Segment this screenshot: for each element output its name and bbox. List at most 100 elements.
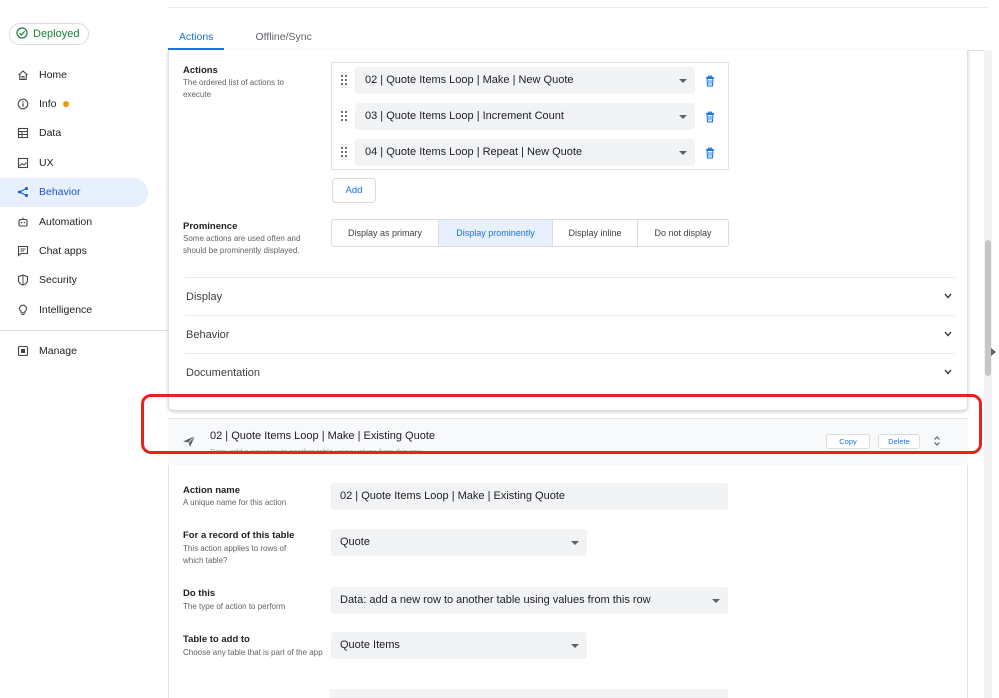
- prominence-option-primary[interactable]: Display as primary: [332, 220, 439, 246]
- home-icon: [17, 69, 29, 81]
- deployed-label: Deployed: [33, 28, 80, 40]
- do-this-select[interactable]: Data: add a new row to another table usi…: [331, 587, 728, 614]
- drag-handle-icon[interactable]: [340, 146, 348, 158]
- drag-handle-icon[interactable]: [340, 110, 348, 122]
- action-select[interactable]: 03 | Quote Items Loop | Increment Count: [355, 103, 695, 130]
- actions-label: Actions: [183, 65, 218, 76]
- table-to-add-select[interactable]: Quote Items: [331, 632, 587, 659]
- table-to-add-value: Quote Items: [340, 639, 400, 651]
- action-select-value: 02 | Quote Items Loop | Make | New Quote: [365, 74, 574, 86]
- info-warning-dot: [62, 101, 69, 108]
- share-icon: [17, 186, 29, 198]
- table-label: For a record of this table: [183, 530, 295, 541]
- chevron-down-icon: [679, 115, 687, 119]
- chevron-down-icon: [571, 644, 579, 648]
- sidebar-item-label: Security: [39, 274, 77, 287]
- section-documentation-label: Documentation: [186, 367, 260, 379]
- action-detail-form: Action name A unique name for this actio…: [168, 465, 968, 698]
- prominence-option-do-not-display[interactable]: Do not display: [638, 220, 728, 246]
- chat-icon: [17, 245, 29, 257]
- shield-icon: [17, 274, 29, 286]
- sidebar-item-behavior[interactable]: Behavior: [0, 177, 148, 207]
- sidebar: Deployed Home Info Data UX Behavior Auto…: [0, 0, 168, 698]
- sidebar-item-label: Chat apps: [39, 245, 87, 258]
- action-select[interactable]: 04 | Quote Items Loop | Repeat | New Quo…: [355, 139, 695, 166]
- sidebar-item-automation[interactable]: Automation: [0, 207, 168, 236]
- sidebar-item-info[interactable]: Info: [0, 89, 168, 118]
- drag-handle-icon[interactable]: [340, 74, 348, 86]
- action-row: 04 | Quote Items Loop | Repeat | New Quo…: [332, 135, 728, 171]
- sidebar-item-label: Intelligence: [39, 303, 93, 316]
- section-behavior[interactable]: Behavior: [185, 315, 955, 353]
- actions-help: The ordered list of actions to execute: [183, 78, 284, 99]
- sidebar-item-manage[interactable]: Manage: [0, 337, 168, 366]
- chevron-down-icon: [944, 293, 952, 299]
- info-icon: [17, 98, 29, 110]
- action-name-input[interactable]: 02 | Quote Items Loop | Make | Existing …: [331, 483, 728, 510]
- check-circle-icon: [16, 26, 28, 42]
- actions-list: 02 | Quote Items Loop | Make | New Quote…: [331, 62, 729, 170]
- action-select[interactable]: 02 | Quote Items Loop | Make | New Quote: [355, 67, 695, 94]
- deployed-status-chip[interactable]: Deployed: [9, 23, 90, 45]
- do-this-label: Do this: [183, 588, 216, 599]
- table-help: This action applies to rows of which tab…: [183, 544, 287, 565]
- sidebar-item-label: Info: [39, 98, 57, 111]
- prominence-segmented-control: Display as primary Display prominently D…: [331, 219, 729, 247]
- add-action-button[interactable]: Add: [332, 178, 376, 203]
- sidebar-item-chat-apps[interactable]: Chat apps: [0, 236, 168, 265]
- lightbulb-icon: [17, 304, 29, 316]
- delete-icon[interactable]: [705, 111, 715, 123]
- sidebar-item-security[interactable]: Security: [0, 266, 168, 295]
- delete-icon[interactable]: [705, 147, 715, 159]
- picture-icon: [17, 157, 29, 169]
- action-row: 02 | Quote Items Loop | Make | New Quote: [332, 63, 728, 99]
- sidebar-item-label: Manage: [39, 345, 77, 358]
- table-to-add-label: Table to add to: [183, 634, 250, 645]
- sidebar-item-data[interactable]: Data: [0, 119, 168, 148]
- do-this-help: The type of action to perform: [183, 602, 286, 611]
- delete-icon[interactable]: [705, 75, 715, 87]
- app-root: Deployed Home Info Data UX Behavior Auto…: [0, 0, 999, 698]
- table-select-value: Quote: [340, 536, 370, 548]
- chevron-down-icon: [944, 331, 952, 337]
- action-name-help: A unique name for this action: [183, 498, 287, 507]
- sidebar-item-label: Behavior: [39, 186, 81, 199]
- top-divider: [168, 7, 988, 8]
- next-field-partial[interactable]: [330, 689, 728, 698]
- prominence-label: Prominence: [183, 221, 238, 232]
- sidebar-item-intelligence[interactable]: Intelligence: [0, 295, 168, 324]
- action-select-value: 04 | Quote Items Loop | Repeat | New Quo…: [365, 146, 583, 158]
- action-select-value: 03 | Quote Items Loop | Increment Count: [365, 110, 564, 122]
- section-behavior-label: Behavior: [186, 329, 230, 341]
- prominence-option-inline[interactable]: Display inline: [553, 220, 638, 246]
- chevron-down-icon: [571, 541, 579, 545]
- sidebar-item-ux[interactable]: UX: [0, 148, 168, 177]
- section-documentation[interactable]: Documentation: [185, 353, 955, 391]
- table-icon: [17, 127, 29, 139]
- chevron-down-icon: [679, 151, 687, 155]
- section-display-label: Display: [186, 291, 223, 303]
- tab-actions[interactable]: Actions: [168, 22, 225, 50]
- tab-bar: Actions Offline/Sync: [168, 22, 343, 50]
- sidebar-item-home[interactable]: Home: [0, 60, 168, 89]
- sidebar-item-label: Automation: [39, 215, 93, 228]
- sidebar-nav: Home Info Data UX Behavior Automation Ch…: [0, 60, 168, 366]
- table-to-add-help: Choose any table that is part of the app: [183, 648, 323, 657]
- chevron-down-icon: [944, 369, 952, 375]
- chevron-down-icon: [712, 599, 720, 603]
- manage-icon: [17, 345, 29, 357]
- sidebar-divider: [0, 329, 168, 331]
- sidebar-item-label: Home: [39, 68, 68, 81]
- section-display[interactable]: Display: [185, 277, 955, 315]
- robot-icon: [17, 216, 29, 228]
- table-select[interactable]: Quote: [331, 529, 587, 556]
- tab-offline-sync[interactable]: Offline/Sync: [244, 22, 322, 50]
- sidebar-item-label: Data: [39, 127, 62, 140]
- prominence-option-prominently[interactable]: Display prominently: [439, 220, 553, 246]
- scroll-right-icon[interactable]: [991, 348, 996, 356]
- do-this-select-value: Data: add a new row to another table usi…: [340, 594, 651, 606]
- action-editor-card: Actions The ordered list of actions to e…: [168, 50, 968, 411]
- action-row: 03 | Quote Items Loop | Increment Count: [332, 99, 728, 135]
- chevron-down-icon: [679, 79, 687, 83]
- action-name-label: Action name: [183, 485, 241, 496]
